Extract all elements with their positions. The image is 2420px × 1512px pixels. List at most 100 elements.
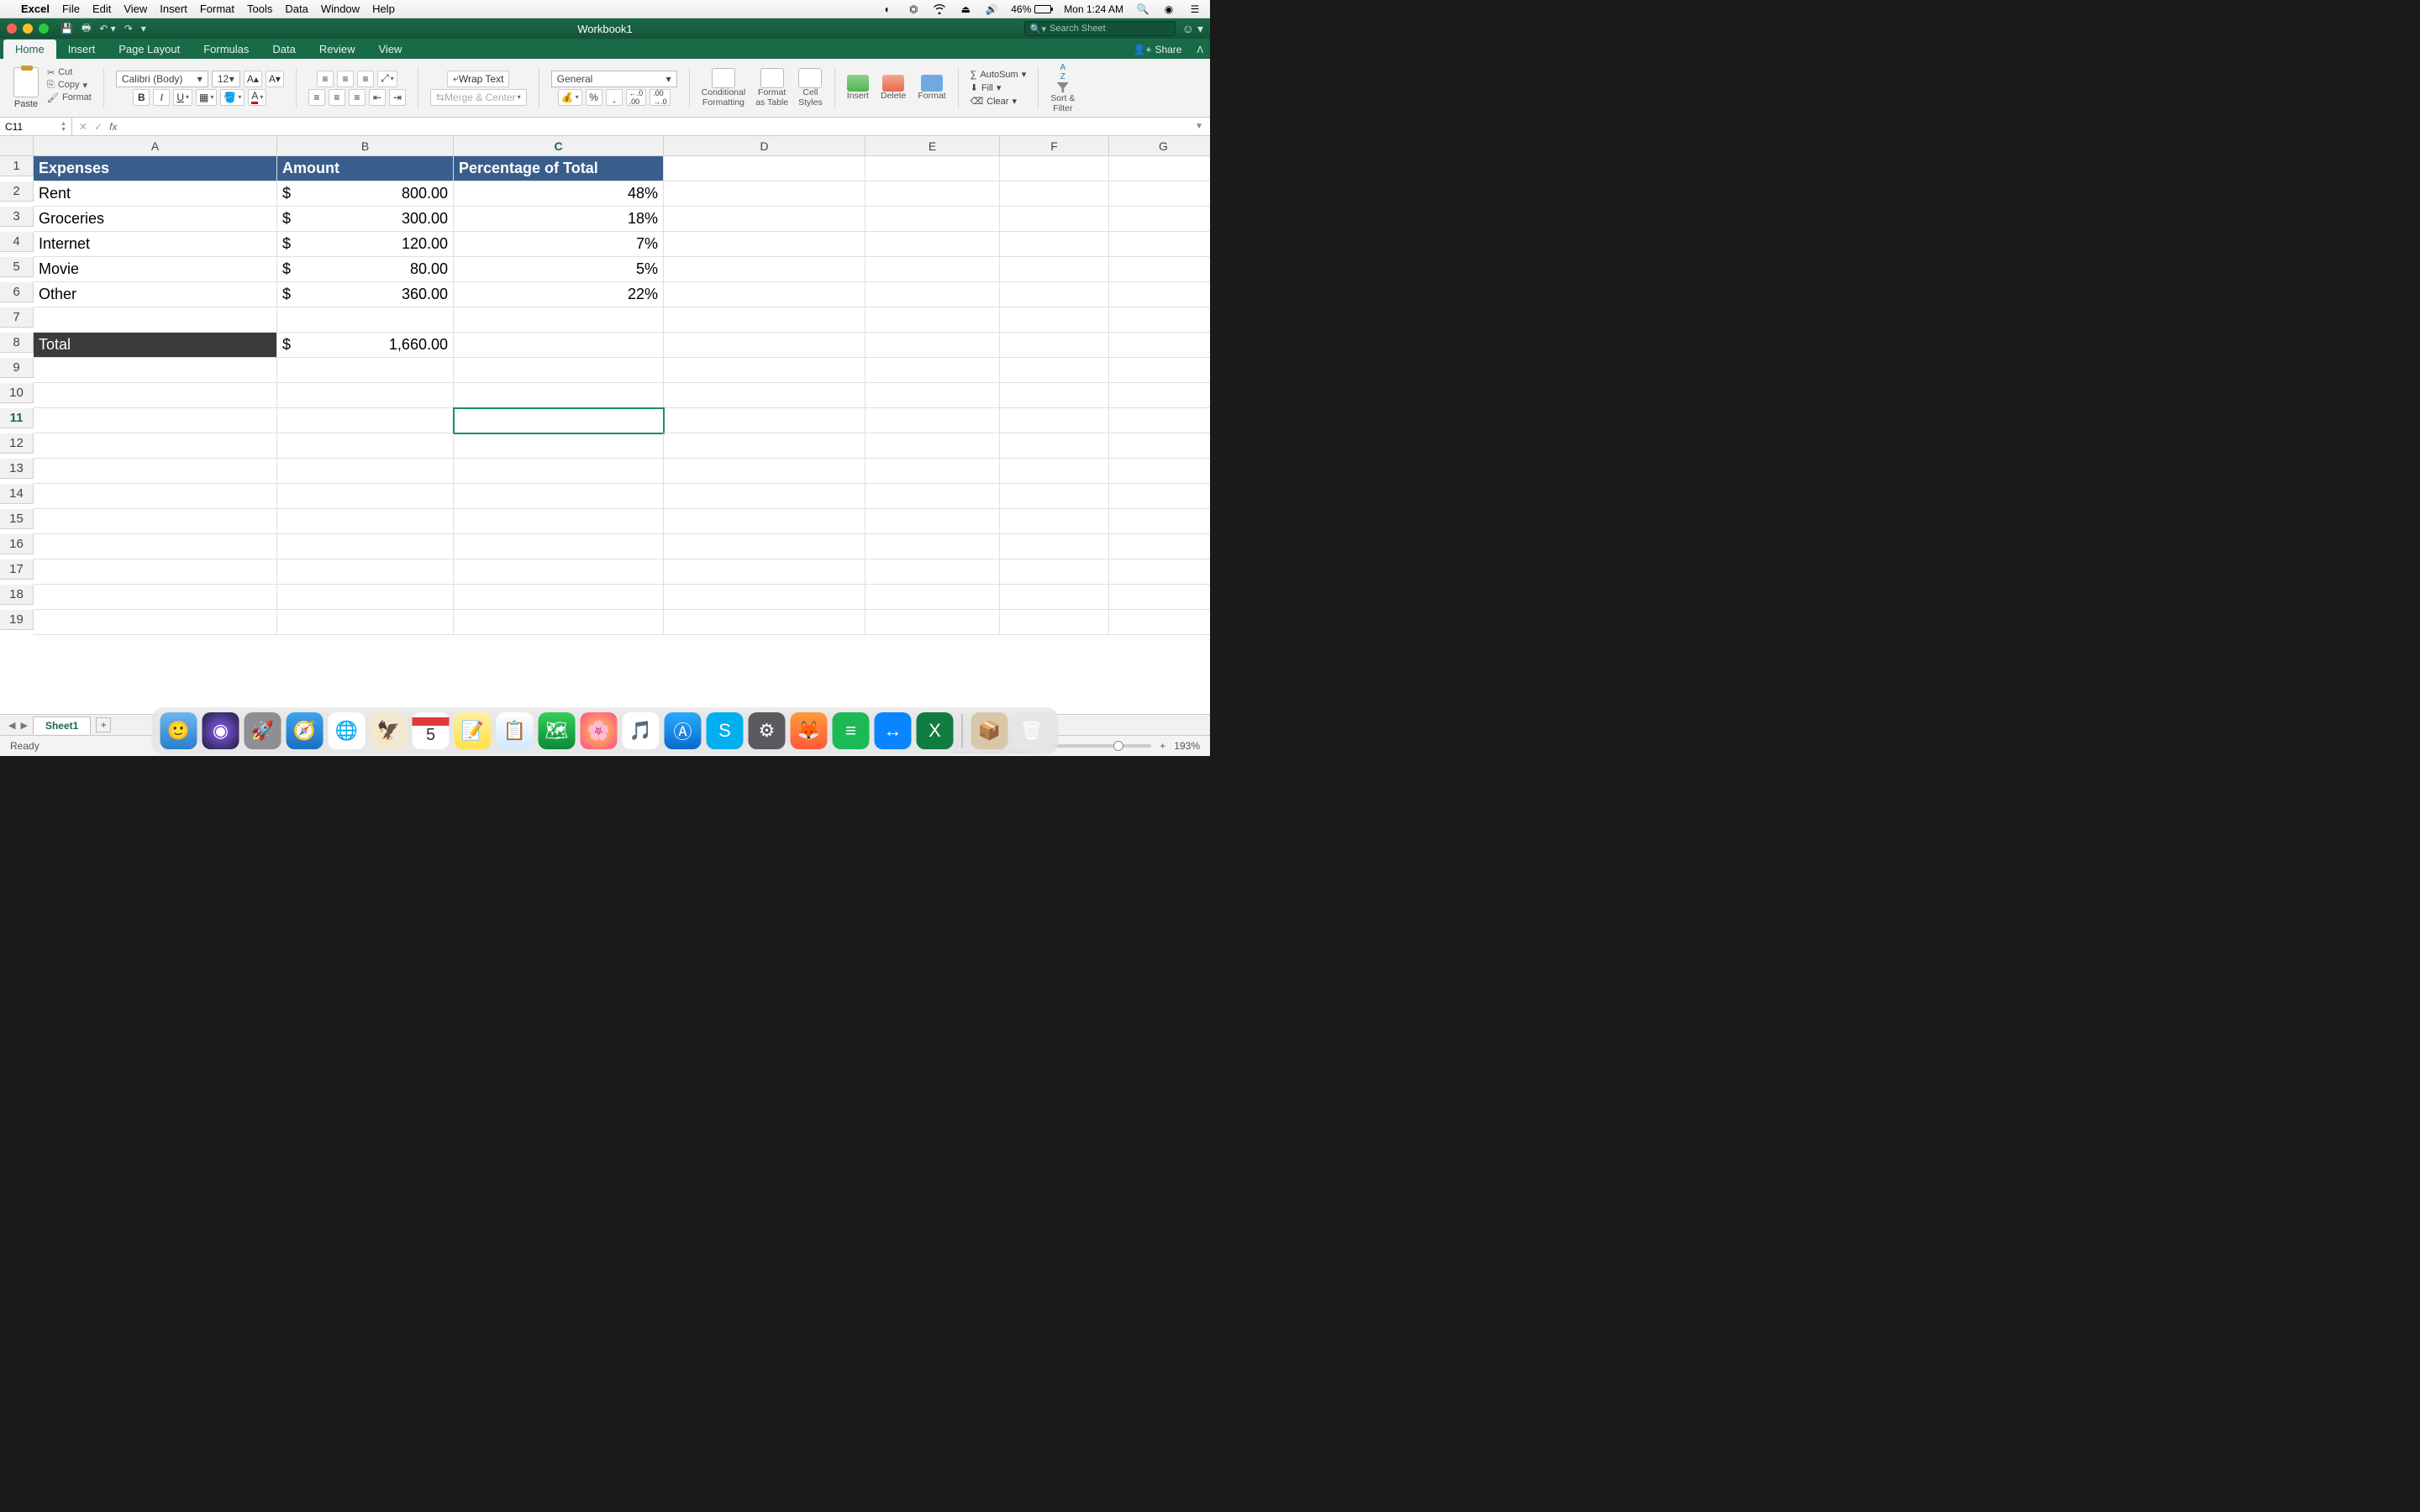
cell-E3[interactable] — [865, 207, 1000, 232]
align-center-button[interactable]: ≡ — [329, 89, 345, 106]
align-top-button[interactable]: ≡ — [317, 71, 334, 87]
dock-chrome[interactable]: 🌐 — [329, 712, 366, 749]
cell-B17[interactable] — [277, 559, 454, 585]
cell-D3[interactable] — [664, 207, 865, 232]
enter-formula-icon[interactable]: ✓ — [94, 121, 103, 133]
row-header-2[interactable]: 2 — [0, 181, 34, 202]
cell-G11[interactable] — [1109, 408, 1210, 433]
cell-C3[interactable]: 18% — [454, 207, 664, 232]
cell-D9[interactable] — [664, 358, 865, 383]
format-as-table-icon[interactable] — [760, 68, 784, 88]
percent-format-button[interactable]: % — [586, 89, 602, 106]
cell-F2[interactable] — [1000, 181, 1109, 207]
column-header-A[interactable]: A — [34, 136, 277, 156]
row-header-16[interactable]: 16 — [0, 534, 34, 554]
cell-G17[interactable] — [1109, 559, 1210, 585]
menu-view[interactable]: View — [124, 3, 147, 15]
number-format-select[interactable]: General▾ — [551, 71, 677, 87]
wifi-icon[interactable] — [933, 4, 946, 14]
collapse-ribbon-icon[interactable]: ᐱ — [1190, 41, 1210, 59]
cell-D13[interactable] — [664, 459, 865, 484]
font-name-select[interactable]: Calibri (Body)▾ — [116, 71, 208, 87]
tab-formulas[interactable]: Formulas — [192, 39, 260, 59]
cell-E7[interactable] — [865, 307, 1000, 333]
dock-photos[interactable]: 🌸 — [581, 712, 618, 749]
cell-F11[interactable] — [1000, 408, 1109, 433]
row-header-11[interactable]: 11 — [0, 408, 34, 428]
align-right-button[interactable]: ≡ — [349, 89, 366, 106]
dock-maps[interactable]: 🗺 — [539, 712, 576, 749]
cell-B13[interactable] — [277, 459, 454, 484]
menu-format[interactable]: Format — [200, 3, 234, 15]
cell-B14[interactable] — [277, 484, 454, 509]
cell-G19[interactable] — [1109, 610, 1210, 635]
cell-C8[interactable] — [454, 333, 664, 358]
orientation-button[interactable]: ⤢▾ — [377, 71, 397, 87]
cell-C2[interactable]: 48% — [454, 181, 664, 207]
cell-A4[interactable]: Internet — [34, 232, 277, 257]
cell-B2[interactable]: $800.00 — [277, 181, 454, 207]
merge-center-button[interactable]: ⇆ Merge & Center ▾ — [430, 89, 527, 106]
row-header-4[interactable]: 4 — [0, 232, 34, 252]
cell-E2[interactable] — [865, 181, 1000, 207]
increase-indent-button[interactable]: ⇥ — [389, 89, 406, 106]
cell-C5[interactable]: 5% — [454, 257, 664, 282]
italic-button[interactable]: I — [153, 89, 170, 106]
worksheet-grid[interactable]: ABCDEFG1ExpensesAmountPercentage of Tota… — [0, 136, 1210, 714]
dock-trash[interactable]: 🗑 — [1013, 712, 1050, 749]
fill-button[interactable]: ⬇Fill ▾ — [971, 82, 1027, 93]
qat-undo-icon[interactable]: ↶ ▾ — [99, 23, 115, 34]
align-middle-button[interactable]: ≡ — [337, 71, 354, 87]
cell-G5[interactable] — [1109, 257, 1210, 282]
cell-F15[interactable] — [1000, 509, 1109, 534]
eject-icon[interactable]: ⏏ — [959, 3, 972, 15]
row-header-9[interactable]: 9 — [0, 358, 34, 378]
row-header-14[interactable]: 14 — [0, 484, 34, 504]
tab-insert[interactable]: Insert — [56, 39, 108, 59]
decrease-font-button[interactable]: A▾ — [266, 71, 284, 87]
cell-F18[interactable] — [1000, 585, 1109, 610]
cell-A2[interactable]: Rent — [34, 181, 277, 207]
cell-E12[interactable] — [865, 433, 1000, 459]
fill-color-button[interactable]: 🪣▾ — [220, 89, 245, 106]
cell-E9[interactable] — [865, 358, 1000, 383]
cell-A16[interactable] — [34, 534, 277, 559]
dock-launchpad[interactable]: 🚀 — [245, 712, 281, 749]
cell-D1[interactable] — [664, 156, 865, 181]
align-left-button[interactable]: ≡ — [308, 89, 325, 106]
dock-skype[interactable]: S — [707, 712, 744, 749]
cell-D7[interactable] — [664, 307, 865, 333]
cell-E4[interactable] — [865, 232, 1000, 257]
feedback-icon[interactable]: ☺ ▾ — [1182, 22, 1203, 36]
cell-F3[interactable] — [1000, 207, 1109, 232]
cell-C12[interactable] — [454, 433, 664, 459]
clock[interactable]: Mon 1:24 AM — [1064, 3, 1123, 15]
cell-G2[interactable] — [1109, 181, 1210, 207]
cell-A13[interactable] — [34, 459, 277, 484]
column-header-B[interactable]: B — [277, 136, 454, 156]
dock-finder[interactable]: 🙂 — [160, 712, 197, 749]
cell-E16[interactable] — [865, 534, 1000, 559]
cell-D5[interactable] — [664, 257, 865, 282]
cell-F14[interactable] — [1000, 484, 1109, 509]
cell-B16[interactable] — [277, 534, 454, 559]
delete-cells-icon[interactable] — [882, 75, 904, 92]
wrap-text-button[interactable]: ⤶ Wrap Text — [447, 71, 509, 87]
dock-excel[interactable]: X — [917, 712, 954, 749]
cell-G8[interactable] — [1109, 333, 1210, 358]
increase-font-button[interactable]: A▴ — [244, 71, 262, 87]
column-header-G[interactable]: G — [1109, 136, 1210, 156]
cell-B5[interactable]: $80.00 — [277, 257, 454, 282]
cell-G13[interactable] — [1109, 459, 1210, 484]
row-header-10[interactable]: 10 — [0, 383, 34, 403]
insert-cells-icon[interactable] — [847, 75, 869, 92]
column-header-F[interactable]: F — [1000, 136, 1109, 156]
cell-A14[interactable] — [34, 484, 277, 509]
cell-B4[interactable]: $120.00 — [277, 232, 454, 257]
cell-B9[interactable] — [277, 358, 454, 383]
row-header-1[interactable]: 1 — [0, 156, 34, 176]
row-header-5[interactable]: 5 — [0, 257, 34, 277]
cell-A8[interactable]: Total — [34, 333, 277, 358]
tab-review[interactable]: Review — [308, 39, 367, 59]
sheet-tab[interactable]: Sheet1 — [33, 717, 91, 734]
